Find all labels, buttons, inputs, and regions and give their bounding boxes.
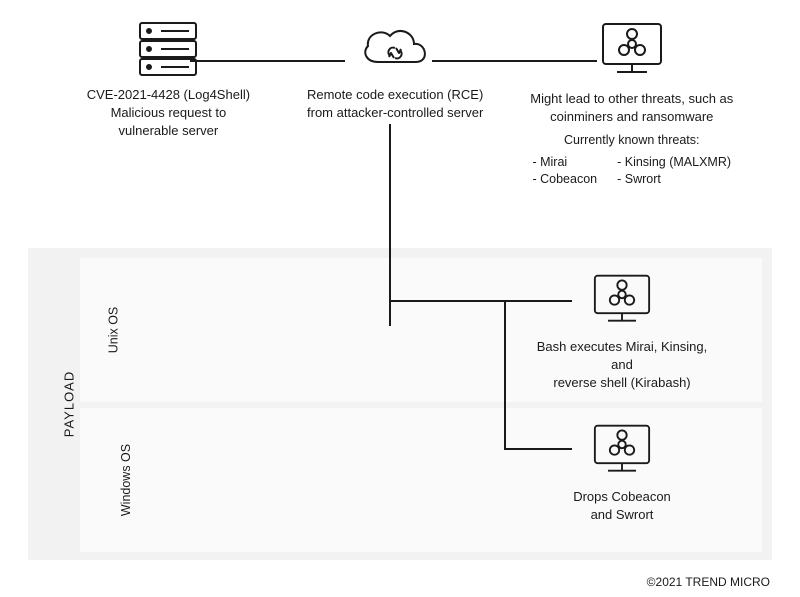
connector-line — [389, 124, 391, 326]
text: coinminers and ransomware — [530, 108, 733, 126]
threat-item: - Mirai — [532, 154, 597, 172]
windows-caption: Drops Cobeacon and Swrort — [573, 488, 671, 524]
payload-section: PAYLOAD Unix OS Bash exe — [28, 248, 772, 560]
node-windows-payload: Drops Cobeacon and Swrort — [532, 422, 712, 524]
connector-line — [432, 60, 597, 62]
threat-col-2: - Kinsing (MALXMR) - Swrort — [617, 154, 731, 189]
copyright-text: ©2021 TREND MICRO — [647, 575, 770, 589]
threat-item: - Kinsing (MALXMR) — [617, 154, 731, 172]
connector-line — [389, 300, 504, 302]
connector-line — [190, 60, 345, 62]
windows-os-box: Windows OS Drops Cobeacon a — [80, 408, 762, 552]
text: from attacker-controlled server — [307, 104, 483, 122]
threat-item: - Swrort — [617, 171, 731, 189]
infected-computer-icon — [589, 422, 655, 480]
cloud-caption: Remote code execution (RCE) from attacke… — [307, 86, 483, 122]
cloud-icon — [356, 20, 434, 78]
node-vulnerable-server: CVE-2021-4428 (Log4Shell) Malicious requ… — [55, 20, 282, 189]
text: Bash executes Mirai, Kinsing, and — [532, 338, 712, 374]
windows-label: Windows OS — [119, 444, 133, 516]
infected-computer-icon — [589, 272, 655, 330]
text: Remote code execution (RCE) — [307, 86, 483, 104]
known-threats-label: Currently known threats: — [530, 132, 733, 150]
threat-item: - Cobeacon — [532, 171, 597, 189]
text: Malicious request to — [87, 104, 250, 122]
top-row: CVE-2021-4428 (Log4Shell) Malicious requ… — [0, 20, 800, 189]
text: CVE-2021-4428 (Log4Shell) — [87, 86, 250, 104]
unix-caption: Bash executes Mirai, Kinsing, and revers… — [532, 338, 712, 393]
known-threats: Currently known threats: - Mirai - Cobea… — [530, 132, 733, 189]
node-rce-cloud: Remote code execution (RCE) from attacke… — [282, 20, 509, 189]
connector-line — [504, 300, 572, 302]
server-caption: CVE-2021-4428 (Log4Shell) Malicious requ… — [87, 86, 250, 141]
text: vulnerable server — [87, 122, 250, 140]
node-unix-payload: Bash executes Mirai, Kinsing, and revers… — [532, 272, 712, 393]
server-icon — [137, 20, 199, 78]
text: Might lead to other threats, such as — [530, 90, 733, 108]
unix-label: Unix OS — [106, 307, 120, 354]
text: Drops Cobeacon — [573, 488, 671, 506]
node-other-threats: Might lead to other threats, such as coi… — [509, 20, 755, 189]
infected-computer-icon — [597, 20, 667, 82]
text: reverse shell (Kirabash) — [532, 374, 712, 392]
unix-os-box: Unix OS Bash executes Mirai, Kinsin — [80, 258, 762, 402]
text: and Swrort — [573, 506, 671, 524]
connector-line — [504, 448, 572, 450]
payload-label: PAYLOAD — [62, 371, 77, 437]
threat-col-1: - Mirai - Cobeacon — [532, 154, 597, 189]
threat-caption: Might lead to other threats, such as coi… — [530, 90, 733, 189]
connector-line — [504, 300, 506, 448]
